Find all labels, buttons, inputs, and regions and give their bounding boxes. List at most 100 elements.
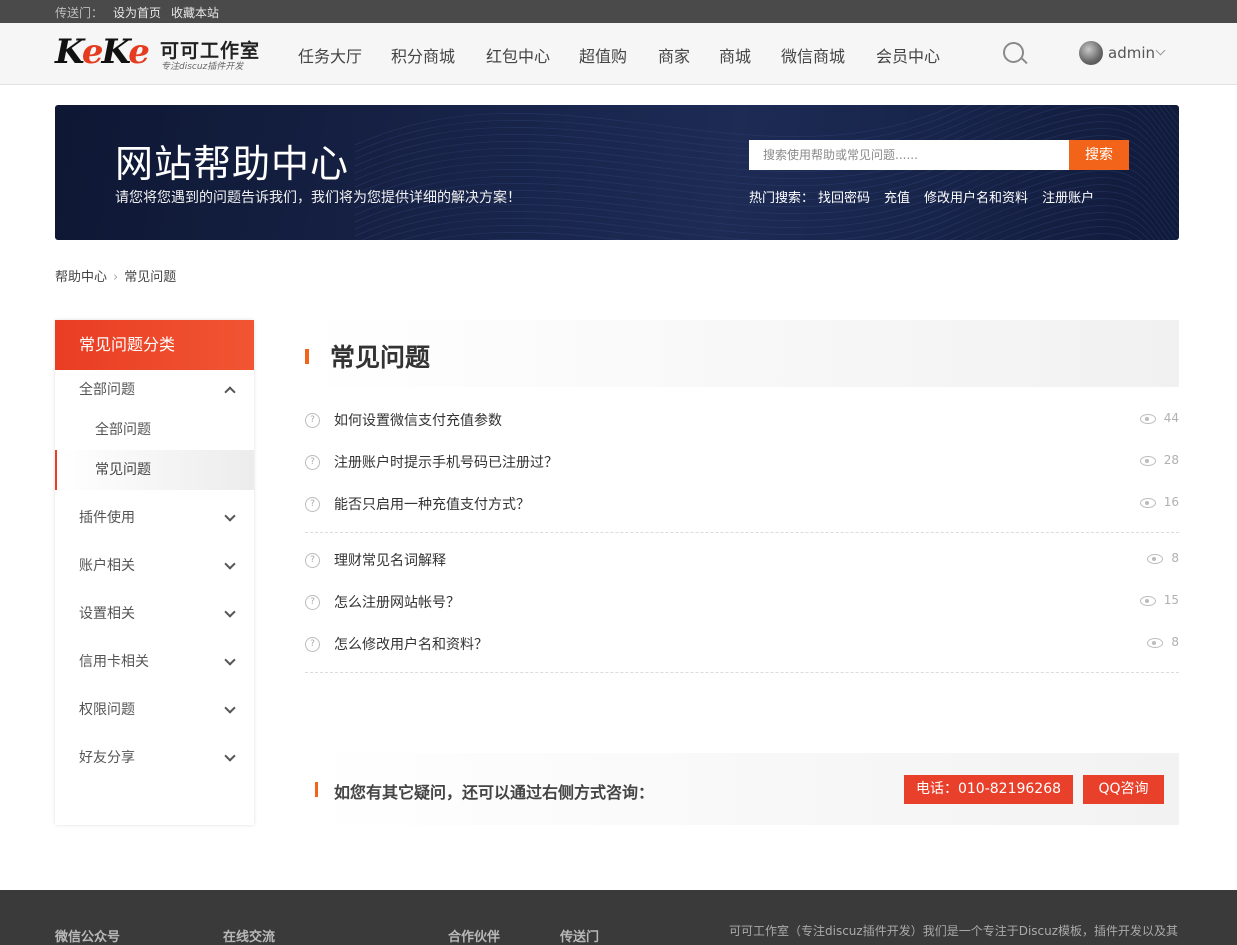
sidebar-group-label: 插件使用 — [79, 510, 135, 526]
sidebar-group-permissions[interactable]: 权限问题 — [55, 690, 254, 730]
question-row[interactable]: ? 如何设置微信支付充值参数 44 — [305, 406, 1179, 436]
question-icon: ? — [305, 637, 320, 652]
topbar-label: 传送门： — [55, 6, 104, 20]
site-logo[interactable]: KeKe 可可工作室 专注discuz插件开发 — [55, 32, 259, 75]
eye-icon — [1140, 498, 1156, 508]
breadcrumb-current: 常见问题 — [124, 270, 177, 285]
chevron-down-icon — [224, 750, 236, 762]
question-title[interactable]: 理财常见名词解释 — [334, 550, 446, 570]
nav-item[interactable]: 商城 — [719, 43, 751, 67]
question-icon: ? — [305, 595, 320, 610]
sidebar-group-plugin[interactable]: 插件使用 — [55, 498, 254, 538]
hot-searches: 热门搜索： 找回密码 充值 修改用户名和资料 注册账户 — [749, 187, 1108, 206]
question-row[interactable]: ? 能否只启用一种充值支付方式？ 16 — [305, 490, 1179, 520]
chevron-down-icon — [224, 510, 236, 522]
sidebar-group-share[interactable]: 好友分享 — [55, 738, 254, 778]
avatar[interactable] — [1079, 41, 1103, 65]
contact-text: 如您有其它疑问，还可以通过右侧方式咨询： — [334, 783, 655, 802]
hot-search-link[interactable]: 修改用户名和资料 — [924, 191, 1028, 206]
nav-item[interactable]: 积分商城 — [391, 43, 455, 67]
eye-icon — [1140, 596, 1156, 606]
footer-heading-partners: 合作伙伴 — [448, 930, 501, 945]
sidebar-group-account[interactable]: 账户相关 — [55, 546, 254, 586]
question-row[interactable]: ? 怎么修改用户名和资料？ 8 — [305, 630, 1179, 660]
help-search-input[interactable] — [749, 140, 1069, 170]
hot-search-link[interactable]: 找回密码 — [818, 191, 870, 206]
username[interactable]: admin — [1108, 44, 1155, 62]
view-count: 44 — [1163, 411, 1179, 425]
eye-icon — [1140, 456, 1156, 466]
hot-label: 热门搜索： — [749, 191, 815, 206]
eye-icon — [1140, 414, 1156, 424]
hot-search-link[interactable]: 充值 — [884, 191, 910, 206]
chevron-down-icon — [224, 606, 236, 618]
site-footer: 微信公众号 在线交流 合作伙伴 传送门 可可工作室（专注discuz插件开发）我… — [0, 890, 1237, 945]
nav-item[interactable]: 红包中心 — [486, 43, 550, 67]
divider — [305, 672, 1179, 673]
sidebar-group-credit-card[interactable]: 信用卡相关 — [55, 642, 254, 682]
question-row[interactable]: ? 怎么注册网站帐号？ 15 — [305, 588, 1179, 618]
title-accent-bar — [305, 349, 309, 364]
sidebar-title: 常见问题分类 — [55, 320, 254, 370]
qq-consult-button[interactable]: QQ咨询 — [1083, 775, 1164, 804]
question-title[interactable]: 注册账户时提示手机号码已注册过？ — [334, 452, 558, 472]
eye-icon — [1147, 638, 1163, 648]
sidebar-sub-common[interactable]: 常见问题 — [55, 450, 254, 490]
question-icon: ? — [305, 413, 320, 428]
banner-title: 网站帮助中心 — [115, 142, 350, 186]
sidebar-group-label: 权限问题 — [79, 702, 135, 718]
bookmark-link[interactable]: 收藏本站 — [171, 6, 219, 20]
sidebar-group-settings[interactable]: 设置相关 — [55, 594, 254, 634]
question-row[interactable]: ? 理财常见名词解释 8 — [305, 546, 1179, 576]
question-icon: ? — [305, 455, 320, 470]
sidebar-sub-all[interactable]: 全部问题 — [55, 410, 254, 450]
sidebar-group-all[interactable]: 全部问题 — [55, 370, 254, 410]
view-count: 16 — [1163, 495, 1179, 509]
sidebar-group-label: 信用卡相关 — [79, 654, 149, 670]
chevron-down-icon — [224, 558, 236, 570]
footer-heading-chat: 在线交流 — [223, 930, 276, 945]
hot-search-link[interactable]: 注册账户 — [1042, 191, 1094, 206]
sidebar-group-label: 账户相关 — [79, 558, 135, 574]
divider — [305, 532, 1179, 533]
search-icon[interactable] — [1003, 42, 1024, 63]
question-icon: ? — [305, 497, 320, 512]
view-count: 28 — [1163, 453, 1179, 467]
help-search-button[interactable]: 搜索 — [1069, 140, 1129, 170]
question-title[interactable]: 如何设置微信支付充值参数 — [334, 410, 502, 430]
nav-item[interactable]: 商家 — [658, 43, 690, 67]
help-banner: 网站帮助中心 请您将您遇到的问题告诉我们，我们将为您提供详细的解决方案！ 搜索 … — [55, 105, 1179, 240]
view-count: 8 — [1171, 635, 1179, 649]
nav-item[interactable]: 任务大厅 — [298, 43, 362, 67]
nav-item[interactable]: 超值购 — [579, 43, 627, 67]
footer-heading-portal: 传送门 — [560, 930, 600, 945]
phone-button[interactable]: 电话：010-82196268 — [904, 775, 1073, 804]
footer-heading-wechat: 微信公众号 — [55, 930, 121, 945]
top-bar: 传送门： 设为首页 收藏本站 — [0, 0, 1237, 23]
nav-item[interactable]: 会员中心 — [876, 43, 940, 67]
chevron-down-icon — [224, 654, 236, 666]
sidebar-group-label: 好友分享 — [79, 750, 135, 766]
question-title[interactable]: 能否只启用一种充值支付方式？ — [334, 494, 530, 514]
question-row[interactable]: ? 注册账户时提示手机号码已注册过？ 28 — [305, 448, 1179, 478]
chevron-up-icon — [224, 386, 236, 398]
view-count: 8 — [1171, 551, 1179, 565]
set-homepage-link[interactable]: 设为首页 — [113, 6, 161, 20]
view-count: 15 — [1163, 593, 1179, 607]
sidebar-group-label: 全部问题 — [79, 382, 135, 398]
question-icon: ? — [305, 553, 320, 568]
page-title: 常见问题 — [330, 343, 431, 372]
logo-tagline: 专注discuz插件开发 — [161, 62, 244, 72]
question-title[interactable]: 怎么注册网站帐号？ — [334, 592, 460, 612]
question-title[interactable]: 怎么修改用户名和资料？ — [334, 634, 488, 654]
footer-about: 可可工作室（专注discuz插件开发）我们是一个专注于Discuz模板，插件开发… — [729, 924, 1179, 938]
chevron-down-icon[interactable] — [1155, 45, 1166, 56]
nav-item[interactable]: 微信商城 — [781, 43, 845, 67]
section-header: 常见问题 — [305, 320, 1179, 387]
logo-mark: KeKe — [55, 32, 150, 72]
sidebar-group-label: 设置相关 — [79, 606, 135, 622]
breadcrumb-home[interactable]: 帮助中心 — [55, 270, 107, 285]
eye-icon — [1147, 554, 1163, 564]
site-header: KeKe 可可工作室 专注discuz插件开发 任务大厅 积分商城 红包中心 超… — [0, 23, 1237, 85]
category-sidebar: 常见问题分类 全部问题 全部问题 常见问题 插件使用 账户相关 设置相关 信用卡… — [55, 320, 254, 825]
